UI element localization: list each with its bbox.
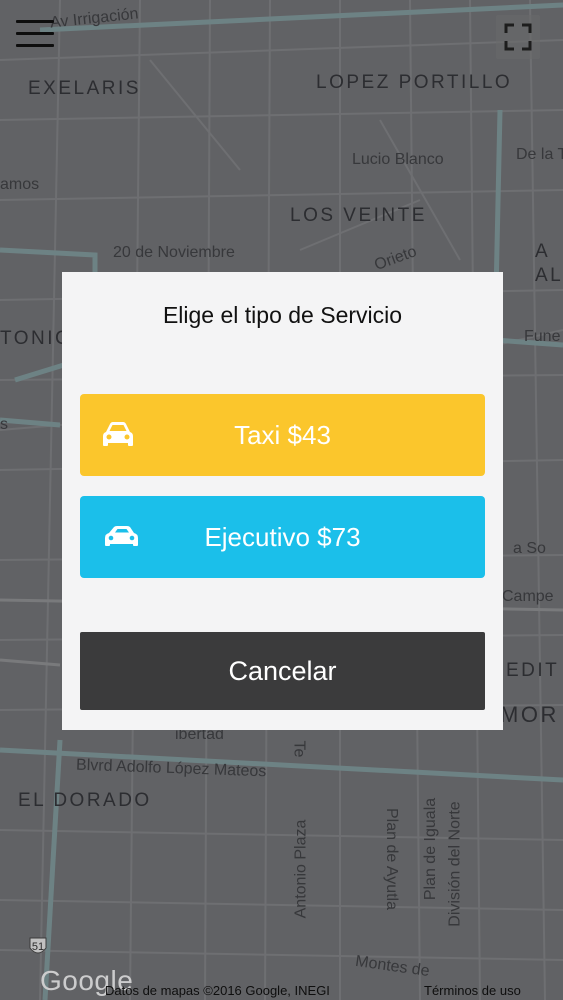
cancel-button[interactable]: Cancelar <box>80 632 485 710</box>
ejecutivo-option-button[interactable]: Ejecutivo $73 <box>80 496 485 578</box>
car-icon <box>105 526 138 546</box>
taxi-option-label: Taxi $43 <box>234 419 331 450</box>
dialog-title: Elige el tipo de Servicio <box>162 302 403 328</box>
ejecutivo-option-label: Ejecutivo $73 <box>204 521 361 552</box>
car-icon <box>103 422 133 446</box>
taxi-option-button[interactable]: Taxi $43 <box>80 394 485 476</box>
service-type-dialog: Elige el tipo de Servicio Taxi $43 Ejecu… <box>62 272 503 730</box>
